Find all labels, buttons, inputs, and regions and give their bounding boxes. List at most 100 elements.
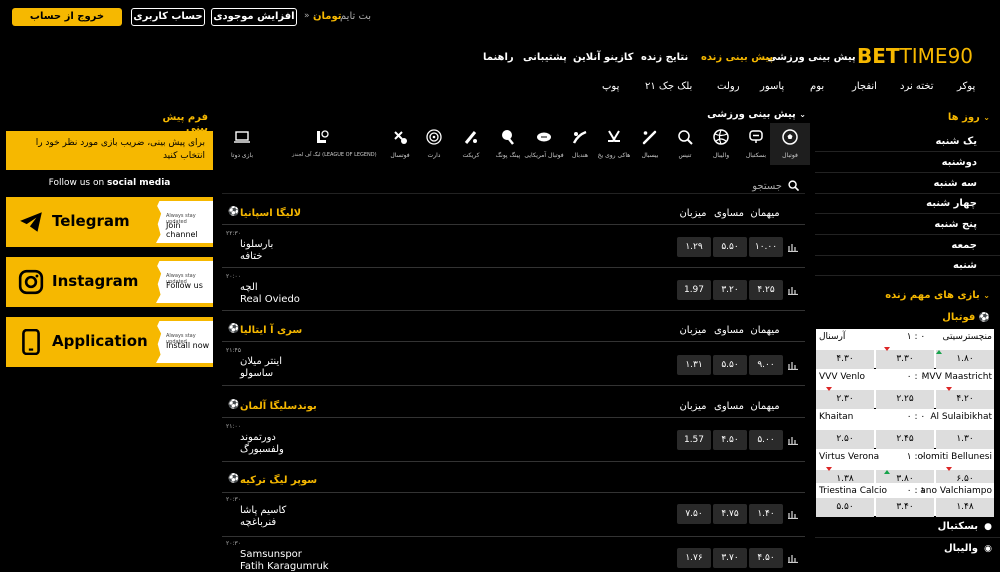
important-live-header[interactable]: بازی های مهم زنده ⌄: [885, 290, 990, 301]
odd-draw[interactable]: ۵.۵۰: [713, 237, 747, 257]
odd-away[interactable]: ۱۰.۰۰: [749, 237, 783, 257]
odd-draw[interactable]: ۴.۷۵: [713, 504, 747, 524]
nav-sports-betting[interactable]: پیش بینی ورزشی: [767, 52, 856, 63]
col-draw: مساوی: [714, 208, 744, 219]
league-name[interactable]: سوپر لیگ ترکیه: [240, 475, 317, 486]
casino-boom[interactable]: بوم: [810, 81, 824, 92]
right-sport-basketball[interactable]: بسکتبال ●: [815, 516, 1000, 538]
live-odds: ۱.۸۰ ۳.۳۰ ۴.۳۰: [816, 347, 994, 369]
live-game-card[interactable]: Al Sulaibikhat Khaitan ۰ : ۰ ۱.۳۰ ۲.۴۵ ۲…: [816, 409, 994, 449]
col-away: میهمان: [750, 325, 780, 336]
casino-poker[interactable]: پوکر: [957, 81, 975, 92]
home-team: بارسلونا: [240, 239, 274, 250]
stats-icon[interactable]: [788, 509, 798, 519]
day-item[interactable]: پنج شنبه: [815, 214, 1000, 235]
nav-online-casino[interactable]: کازینو آنلاین: [573, 52, 633, 63]
stats-icon[interactable]: [788, 360, 798, 370]
live-odds: ۱.۴۸ ۳.۴۰ ۵.۵۰: [816, 498, 994, 517]
stats-icon[interactable]: [788, 435, 798, 445]
sport-tab-league-of-legends[interactable]: لیگ آف لجندز (LEAGUE OF LEGEND): [292, 123, 377, 165]
live-odd-away[interactable]: ۴.۳۰: [816, 350, 874, 369]
nav-live-betting[interactable]: پیش بینی زنده: [701, 52, 773, 63]
home-team: اینتر میلان: [240, 356, 282, 367]
odd-draw[interactable]: ۳.۷۰: [713, 548, 747, 568]
football-section-header[interactable]: فوتبال ⚽: [942, 312, 990, 323]
casino-roulette[interactable]: رولت: [717, 81, 740, 92]
live-odd-home[interactable]: ۱.۸۰: [936, 350, 994, 369]
tennis-icon: [678, 130, 693, 145]
league-name[interactable]: لالیگا اسپانیا: [240, 208, 301, 219]
league-name[interactable]: سری آ ایتالیا: [240, 325, 302, 336]
application-banner[interactable]: Application Always stay updated Install …: [6, 317, 213, 367]
nav-support[interactable]: پشتیبانی: [523, 52, 567, 63]
odd-away[interactable]: ۹.۰۰: [749, 355, 783, 375]
sports-betting-title[interactable]: پیش بینی ورزشی ⌄: [690, 109, 806, 120]
search-icon[interactable]: [788, 180, 799, 191]
odd-home[interactable]: ۷.۵۰: [677, 504, 711, 524]
instagram-banner[interactable]: Instagram Always stay updated Follow us: [6, 257, 213, 307]
live-game-card[interactable]: ano Valchiampo Triestina Calcio ۰ : ۱ ۱.…: [816, 483, 994, 517]
sport-tab-dota[interactable]: بازی دوتا: [222, 123, 262, 165]
deposit-button[interactable]: افزایش موجودی: [211, 8, 297, 26]
casino-backgammon[interactable]: تخته نرد: [900, 81, 934, 92]
odd-home[interactable]: 1.57: [677, 430, 711, 450]
live-odd-draw[interactable]: ۳.۴۰: [876, 498, 934, 517]
odd-draw[interactable]: ۴.۵۰: [713, 430, 747, 450]
site-name: بت تایم: [340, 11, 372, 22]
nav-live-results[interactable]: نتایج زنده: [641, 52, 688, 63]
day-item[interactable]: شنبه: [815, 255, 1000, 276]
live-odd-home[interactable]: ۴.۲۰: [936, 390, 994, 409]
right-sport-volleyball[interactable]: والیبال ◉: [815, 538, 1000, 560]
odd-home[interactable]: ۱.۷۶: [677, 548, 711, 568]
day-item[interactable]: جمعه: [815, 235, 1000, 256]
live-odd-draw[interactable]: ۲.۲۵: [876, 390, 934, 409]
live-away-team: آرسنال: [819, 332, 846, 342]
live-odd-draw[interactable]: ۳.۳۰: [876, 350, 934, 369]
stats-icon[interactable]: [788, 553, 798, 563]
odd-away[interactable]: ۴.۵۰: [749, 548, 783, 568]
casino-pop[interactable]: پوپ: [602, 81, 619, 92]
day-item[interactable]: چهار شنبه: [815, 193, 1000, 214]
col-home: میزبان: [679, 401, 707, 412]
instagram-title: Instagram: [52, 272, 139, 290]
odd-draw[interactable]: ۳.۲۰: [713, 280, 747, 300]
live-odd-away[interactable]: ۲.۳۰: [816, 390, 874, 409]
days-header[interactable]: روز ها ⌄: [948, 112, 990, 123]
league-header: سوپر لیگ ترکیه ⚽: [222, 469, 805, 493]
odd-away[interactable]: ۱.۴۰: [749, 504, 783, 524]
telegram-banner[interactable]: Telegram Always stay updated Join channe…: [6, 197, 213, 247]
day-item[interactable]: سه شنبه: [815, 173, 1000, 194]
odd-away[interactable]: ۴.۲۵: [749, 280, 783, 300]
day-item[interactable]: دوشنبه: [815, 152, 1000, 173]
casino-crash[interactable]: انفجار: [852, 81, 877, 92]
stats-icon[interactable]: [788, 285, 798, 295]
odd-home[interactable]: ۱.۳۱: [677, 355, 711, 375]
casino-pasoor[interactable]: پاسور: [760, 81, 784, 92]
col-home: میزبان: [679, 325, 707, 336]
search-input[interactable]: جستجو: [738, 181, 782, 192]
odd-away[interactable]: ۵.۰۰: [749, 430, 783, 450]
nav-help[interactable]: راهنما: [483, 52, 514, 63]
live-odd-draw[interactable]: ۲.۴۵: [876, 430, 934, 449]
live-odd-home[interactable]: ۱.۴۸: [936, 498, 994, 517]
sport-tab-futsal[interactable]: فوتسال: [380, 123, 420, 165]
logout-button[interactable]: خروج از حساب کاربری: [12, 8, 122, 40]
live-odd-away[interactable]: ۲.۵۰: [816, 430, 874, 449]
day-item[interactable]: یک شنبه: [815, 131, 1000, 152]
match-row: ۲۰:۳۰ کاسیم پاشا فنرباغچه ۷.۵۰ ۴.۷۵ ۱.۴۰: [222, 493, 805, 537]
live-odd-away[interactable]: ۵.۵۰: [816, 498, 874, 517]
account-button[interactable]: حساب کاربری: [131, 8, 205, 26]
odd-draw[interactable]: ۵.۵۰: [713, 355, 747, 375]
stats-icon[interactable]: [788, 242, 798, 252]
live-away-team: Khaitan: [819, 412, 854, 422]
brand-logo[interactable]: BETTIME90: [857, 44, 973, 68]
live-game-card[interactable]: MVV Maastricht VVV Venlo ۰ : ۰ ۴.۲۰ ۲.۲۵…: [816, 369, 994, 409]
league-name[interactable]: بوندسلیگا آلمان: [240, 401, 317, 412]
live-odd-home[interactable]: ۱.۳۰: [936, 430, 994, 449]
odd-home[interactable]: 1.97: [677, 280, 711, 300]
odd-home[interactable]: ۱.۲۹: [677, 237, 711, 257]
casino-blackjack[interactable]: بلک جک ۲۱: [645, 81, 692, 92]
live-game-card[interactable]: منچسترسیتی آرسنال ۱ : ۰ ۱.۸۰ ۳.۳۰ ۴.۳۰: [816, 329, 994, 369]
match-time: ۲۰:۰۰: [226, 273, 241, 280]
col-home: میزبان: [679, 208, 707, 219]
